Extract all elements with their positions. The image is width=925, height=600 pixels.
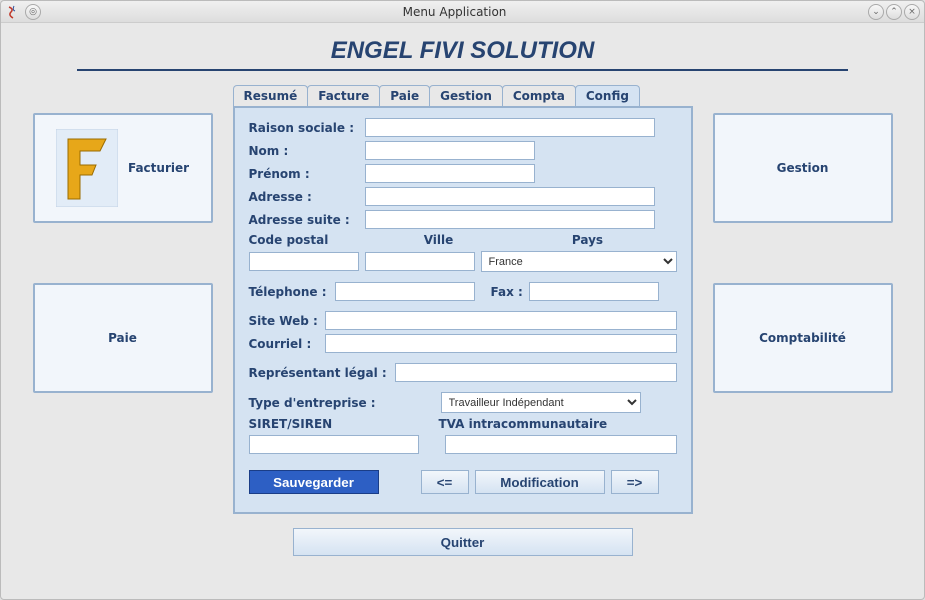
pays-label: Pays [499,233,677,247]
raison-sociale-field[interactable] [365,118,655,137]
courriel-field[interactable] [325,334,677,353]
save-button[interactable]: Sauvegarder [249,470,379,494]
nav-paie-label: Paie [108,331,137,345]
nav-paie-button[interactable]: Paie [33,283,213,393]
tab-paie[interactable]: Paie [379,85,430,106]
left-nav: Facturier Paie [33,113,213,393]
ville-label: Ville [379,233,499,247]
java-icon [5,4,21,20]
quit-button[interactable]: Quitter [293,528,633,556]
type-entreprise-select[interactable]: Travailleur Indépendant [441,392,641,413]
footer-row: Quitter [17,528,908,556]
nom-field[interactable] [365,141,535,160]
app-window: ◎ Menu Application ⌄ ⌃ × ENGEL FIVI SOLU… [0,0,925,600]
tab-compta[interactable]: Compta [502,85,576,106]
nav-gestion-label: Gestion [777,161,829,175]
code-postal-label: Code postal [249,233,379,247]
adresse-field[interactable] [365,187,655,206]
nom-label: Nom : [249,144,359,158]
nav-comptabilite-button[interactable]: Comptabilité [713,283,893,393]
telephone-label: Télephone : [249,285,329,299]
tva-field[interactable] [445,435,677,454]
close-button[interactable]: × [904,4,920,20]
tab-config[interactable]: Config [575,85,640,106]
content-area: ENGEL FIVI SOLUTION Facturier Paie [1,23,924,599]
fax-label: Fax : [491,285,523,299]
siteweb-label: Site Web : [249,314,319,328]
tab-facture[interactable]: Facture [307,85,380,106]
type-entreprise-label: Type d'entreprise : [249,396,389,410]
siret-field[interactable] [249,435,419,454]
fax-field[interactable] [529,282,659,301]
adresse-suite-label: Adresse suite : [249,213,359,227]
prenom-field[interactable] [365,164,535,183]
window-menu-button[interactable]: ◎ [25,4,41,20]
nav-comptabilite-label: Comptabilité [759,331,846,345]
siret-label: SIRET/SIREN [249,417,439,431]
config-panel: Raison sociale : Nom : Prénom : Adresse … [233,106,693,514]
adresse-suite-field[interactable] [365,210,655,229]
code-postal-field[interactable] [249,252,359,271]
raison-sociale-label: Raison sociale : [249,121,359,135]
tva-label: TVA intracommunautaire [439,417,677,431]
window-title: Menu Application [41,5,868,19]
prenom-label: Prénom : [249,167,359,181]
facturier-f-icon [56,129,118,207]
representant-field[interactable] [395,363,677,382]
ville-field[interactable] [365,252,475,271]
titlebar: ◎ Menu Application ⌄ ⌃ × [1,1,924,23]
tab-bar: Resumé Facture Paie Gestion Compta Confi… [233,85,693,106]
tab-container: Resumé Facture Paie Gestion Compta Confi… [233,85,693,514]
courriel-label: Courriel : [249,337,319,351]
pays-select[interactable]: France [481,251,677,272]
telephone-field[interactable] [335,282,475,301]
right-nav: Gestion Comptabilité [713,113,893,393]
nav-facturier-label: Facturier [128,161,189,175]
siteweb-field[interactable] [325,311,677,330]
nav-facturier-button[interactable]: Facturier [33,113,213,223]
tab-resume[interactable]: Resumé [233,85,309,106]
representant-label: Représentant légal : [249,366,389,380]
modification-button[interactable]: Modification [475,470,605,494]
maximize-button[interactable]: ⌃ [886,4,902,20]
main-row: Facturier Paie Resumé Facture Paie Gesti… [17,85,908,514]
prev-button[interactable]: <= [421,470,469,494]
minimize-button[interactable]: ⌄ [868,4,884,20]
next-button[interactable]: => [611,470,659,494]
tab-gestion[interactable]: Gestion [429,85,503,106]
brand-title: ENGEL FIVI SOLUTION [17,37,908,65]
adresse-label: Adresse : [249,190,359,204]
header-divider [77,69,848,71]
nav-gestion-button[interactable]: Gestion [713,113,893,223]
